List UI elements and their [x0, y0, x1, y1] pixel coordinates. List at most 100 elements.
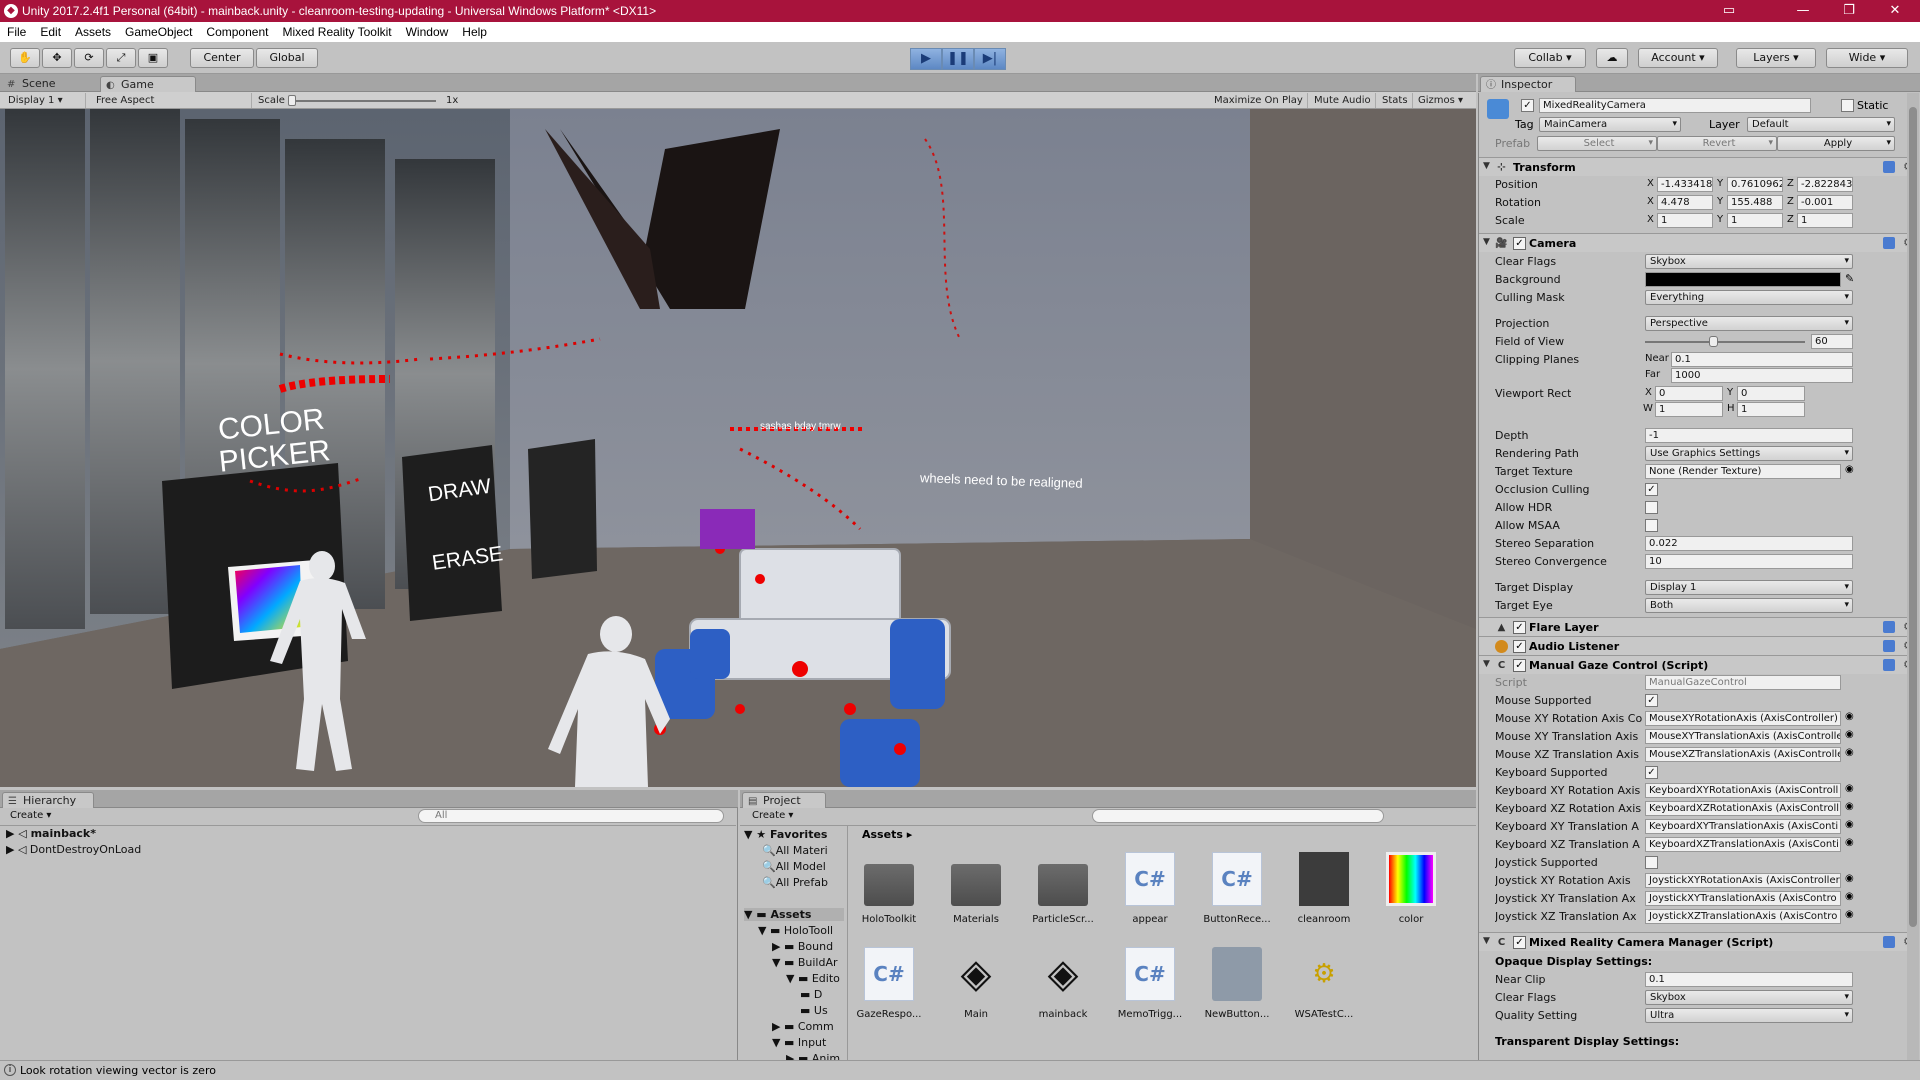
- quality-dropdown[interactable]: Ultra: [1645, 1008, 1853, 1023]
- stereo-sep-field[interactable]: 0.022: [1645, 536, 1853, 551]
- favorites-node[interactable]: ▼ ★ Favorites: [744, 828, 827, 841]
- prefab-select-button[interactable]: Select: [1537, 136, 1657, 151]
- target-eye-dropdown[interactable]: Both: [1645, 598, 1853, 613]
- inspector-scrollbar[interactable]: [1907, 93, 1919, 1060]
- scale-z-field[interactable]: 1: [1797, 213, 1853, 228]
- restore-button[interactable]: ❐: [1826, 0, 1872, 22]
- hdr-checkbox[interactable]: [1645, 501, 1658, 514]
- scale-thumb[interactable]: [288, 95, 296, 106]
- tree-folder[interactable]: ▼ ▬ Input: [772, 1036, 826, 1049]
- viewport-y-field[interactable]: 0: [1737, 386, 1805, 401]
- menu-gameobject[interactable]: GameObject: [118, 25, 199, 39]
- layer-dropdown[interactable]: Default: [1747, 117, 1895, 132]
- pause-button[interactable]: ❚❚: [942, 48, 974, 70]
- menu-file[interactable]: File: [0, 25, 33, 39]
- cloud-icon[interactable]: ☁: [1596, 48, 1628, 68]
- audio-enabled-checkbox[interactable]: ✓: [1513, 640, 1526, 653]
- tab-game[interactable]: ◐ Game: [100, 76, 196, 92]
- game-viewport[interactable]: COLOR PICKER DRAW ERASE sashas bday tmrw…: [0, 109, 1476, 787]
- tab-scene[interactable]: # Scene: [2, 76, 64, 92]
- rotation-x-field[interactable]: 4.478: [1657, 195, 1713, 210]
- gaze-row-checkbox[interactable]: ✓: [1645, 766, 1658, 779]
- object-picker-icon[interactable]: ◉: [1845, 783, 1854, 794]
- scale-slider[interactable]: Scale 1x: [254, 93, 464, 108]
- object-picker-icon[interactable]: ◉: [1845, 891, 1854, 902]
- help-book-icon[interactable]: [1883, 621, 1895, 633]
- menu-component[interactable]: Component: [199, 25, 275, 39]
- minimize-button[interactable]: —: [1780, 0, 1826, 22]
- tree-folder[interactable]: ▼ ▬ Edito: [786, 972, 840, 985]
- gaze-row-checkbox[interactable]: [1645, 856, 1658, 869]
- asset-item[interactable]: ⚙ WSATestC...: [1289, 947, 1359, 1037]
- clear-flags-dropdown[interactable]: Skybox: [1645, 254, 1853, 269]
- fov-field[interactable]: 60: [1811, 334, 1853, 349]
- step-button[interactable]: ▶|: [974, 48, 1006, 70]
- object-picker-icon[interactable]: ◉: [1845, 464, 1854, 475]
- near-clip-field[interactable]: 0.1: [1645, 972, 1853, 987]
- culling-dropdown[interactable]: Everything: [1645, 290, 1853, 305]
- asset-item[interactable]: Materials: [941, 852, 1011, 942]
- asset-item[interactable]: C# ButtonRece...: [1202, 852, 1272, 942]
- gaze-row-field[interactable]: KeyboardXZRotationAxis (AxisControll: [1645, 801, 1841, 816]
- viewport-x-field[interactable]: 0: [1655, 386, 1723, 401]
- target-texture-field[interactable]: None (Render Texture): [1645, 464, 1841, 479]
- gaze-row-field[interactable]: KeyboardXYRotationAxis (AxisControll: [1645, 783, 1841, 798]
- object-picker-icon[interactable]: ◉: [1845, 729, 1854, 740]
- layers-dropdown[interactable]: Layers ▾: [1736, 48, 1816, 68]
- fav-item[interactable]: 🔍All Materi: [762, 844, 828, 857]
- tab-inspector[interactable]: ⓘ Inspector: [1480, 76, 1576, 92]
- tree-folder[interactable]: ▼ ▬ HoloTooll: [758, 924, 833, 937]
- prefab-revert-button[interactable]: Revert: [1657, 136, 1777, 151]
- transform-header[interactable]: ▼ ⊹ Transform ⚙: [1479, 157, 1919, 176]
- hierarchy-search-input[interactable]: All: [418, 809, 724, 823]
- asset-item[interactable]: cleanroom: [1289, 852, 1359, 942]
- object-picker-icon[interactable]: ◉: [1845, 819, 1854, 830]
- maximize-on-play-toggle[interactable]: Maximize On Play: [1210, 93, 1308, 108]
- project-search-input[interactable]: [1092, 809, 1384, 823]
- menu-assets[interactable]: Assets: [68, 25, 118, 39]
- hand-tool-icon[interactable]: ✋: [10, 48, 40, 68]
- display-dropdown[interactable]: Display 1 ▾: [4, 93, 86, 108]
- viewport-w-field[interactable]: 1: [1655, 402, 1723, 417]
- position-x-field[interactable]: -1.433418: [1657, 177, 1713, 192]
- asset-item[interactable]: HoloToolkit: [854, 852, 924, 942]
- help-book-icon[interactable]: [1883, 161, 1895, 173]
- tree-folder[interactable]: ▬ D: [800, 988, 822, 1001]
- gaze-row-field[interactable]: MouseXYRotationAxis (AxisController): [1645, 711, 1841, 726]
- scale-y-field[interactable]: 1: [1727, 213, 1783, 228]
- asset-item[interactable]: ParticleScr...: [1028, 852, 1098, 942]
- color-picker-sign[interactable]: COLOR PICKER: [205, 402, 341, 479]
- menu-window[interactable]: Window: [399, 25, 456, 39]
- gaze-row-field[interactable]: JoystickXYRotationAxis (AxisController: [1645, 873, 1841, 888]
- fav-item[interactable]: 🔍All Prefab: [762, 876, 828, 889]
- move-tool-icon[interactable]: ✥: [42, 48, 72, 68]
- audio-listener-header[interactable]: ✓ Audio Listener ⚙: [1479, 636, 1919, 655]
- inspector-scroll-thumb[interactable]: [1909, 107, 1917, 927]
- help-book-icon[interactable]: [1883, 237, 1895, 249]
- scene-item-dontdestroy[interactable]: ▶ ◁ DontDestroyOnLoad: [6, 843, 141, 856]
- account-dropdown[interactable]: Account ▾: [1638, 48, 1718, 68]
- menu-help[interactable]: Help: [455, 25, 494, 39]
- mrcm-header[interactable]: ▼ C ✓ Mixed Reality Camera Manager (Scri…: [1479, 932, 1919, 951]
- tab-project[interactable]: ▤ Project: [742, 792, 826, 808]
- tree-folder[interactable]: ▶ ▬ Bound: [772, 940, 833, 953]
- rotation-z-field[interactable]: -0.001: [1797, 195, 1853, 210]
- rotation-y-field[interactable]: 155.488: [1727, 195, 1783, 210]
- help-book-icon[interactable]: [1883, 659, 1895, 671]
- rect-tool-icon[interactable]: ▣: [138, 48, 168, 68]
- msaa-checkbox[interactable]: [1645, 519, 1658, 532]
- hierarchy-create-button[interactable]: Create ▾: [10, 810, 51, 821]
- mrcm-clear-flags-dropdown[interactable]: Skybox: [1645, 990, 1853, 1005]
- status-message[interactable]: Look rotation viewing vector is zero: [20, 1064, 216, 1077]
- object-picker-icon[interactable]: ◉: [1845, 909, 1854, 920]
- play-button[interactable]: ▶: [910, 48, 942, 70]
- object-picker-icon[interactable]: ◉: [1845, 837, 1854, 848]
- asset-item[interactable]: color: [1376, 852, 1446, 942]
- flare-enabled-checkbox[interactable]: ✓: [1513, 621, 1526, 634]
- gaze-row-field[interactable]: KeyboardXYTranslationAxis (AxisConti: [1645, 819, 1841, 834]
- flare-layer-header[interactable]: ▲ ✓ Flare Layer ⚙: [1479, 617, 1919, 636]
- background-color-field[interactable]: [1645, 272, 1841, 287]
- window-menu-icon[interactable]: ▭: [1706, 0, 1752, 22]
- aspect-dropdown[interactable]: Free Aspect: [92, 93, 252, 108]
- menu-mixed-reality-toolkit[interactable]: Mixed Reality Toolkit: [275, 25, 398, 39]
